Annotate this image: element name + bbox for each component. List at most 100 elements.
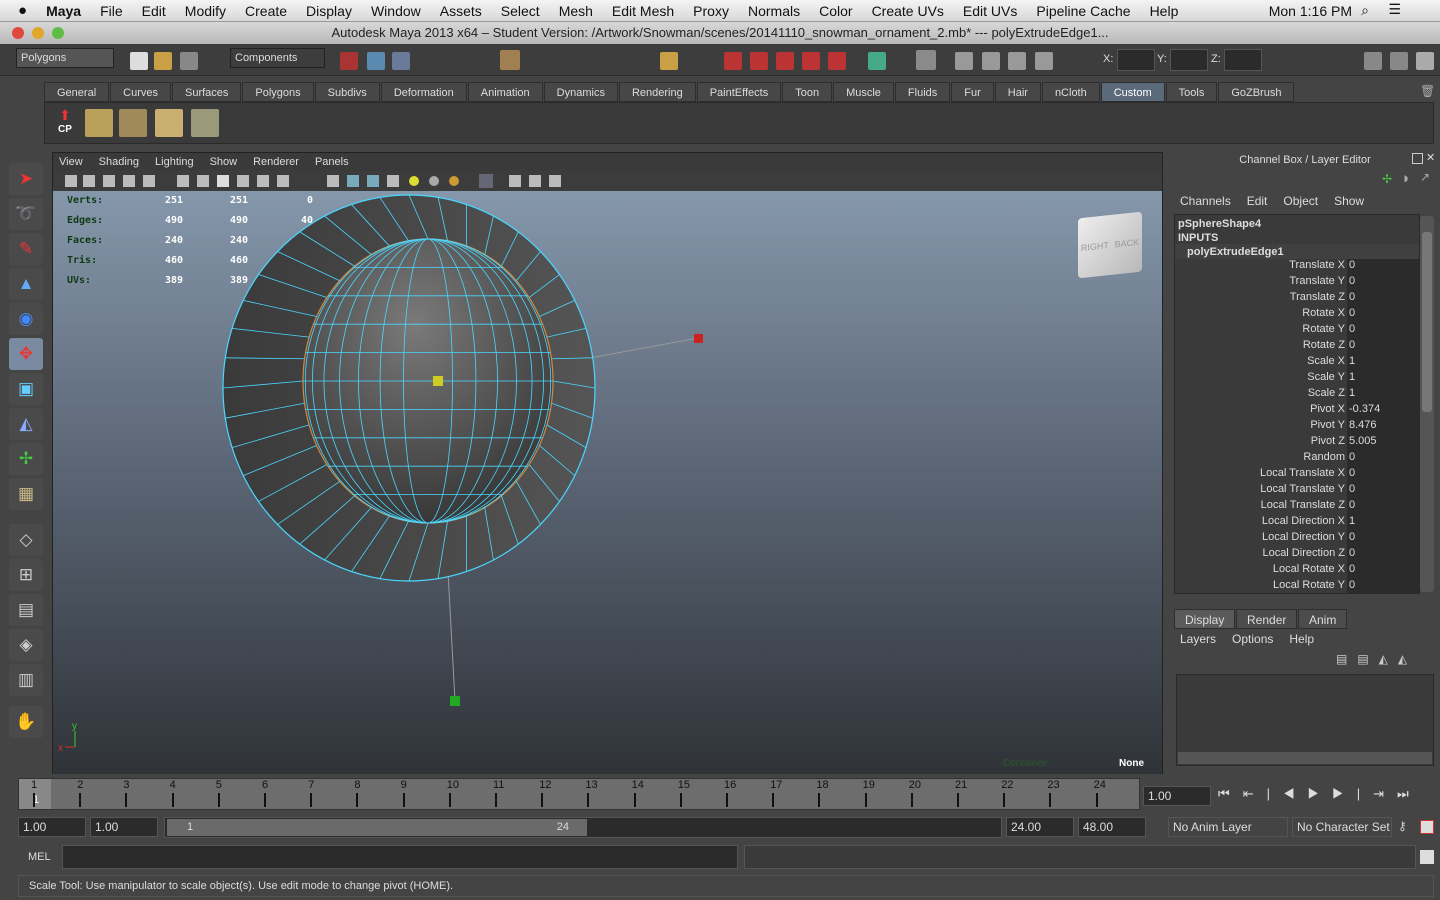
menu-mesh[interactable]: Mesh	[559, 3, 593, 19]
attribute-name[interactable]: Translate X	[1175, 259, 1347, 275]
history-icon[interactable]	[916, 50, 936, 70]
menu-help[interactable]: Help	[1150, 3, 1179, 19]
attribute-value[interactable]: 0	[1347, 451, 1419, 467]
shelf-tab-painteffects[interactable]: PaintEffects	[696, 82, 782, 102]
attribute-row[interactable]: Rotate Y0	[1175, 323, 1419, 339]
attribute-row[interactable]: Scale Y1	[1175, 371, 1419, 387]
trash-icon[interactable]: 🗑	[1420, 84, 1435, 98]
viewport-menu-shading[interactable]: Shading	[99, 156, 139, 168]
playback-start-field[interactable]: 1.00	[90, 817, 158, 837]
minimize-window-button[interactable]	[32, 27, 44, 39]
menu-edit-uvs[interactable]: Edit UVs	[963, 3, 1017, 19]
render-frame-icon[interactable]	[982, 52, 1000, 70]
layer-tab-display[interactable]: Display	[1174, 609, 1236, 629]
menu-color[interactable]: Color	[819, 3, 852, 19]
layer-tab-anim[interactable]: Anim	[1298, 609, 1348, 629]
select-by-object-icon[interactable]	[367, 52, 385, 70]
attribute-row[interactable]: Local Translate Y0	[1175, 483, 1419, 499]
character-set-dropdown[interactable]: No Character Set	[1292, 817, 1392, 837]
key-icon[interactable]: ⚷	[1398, 819, 1407, 833]
shelf-tab-custom[interactable]: Custom	[1100, 82, 1165, 102]
attribute-value[interactable]: 5.005	[1347, 435, 1419, 451]
attribute-name[interactable]: Scale Y	[1175, 371, 1347, 387]
attribute-editor-icon[interactable]	[1364, 52, 1382, 70]
attribute-value[interactable]: 0	[1347, 259, 1419, 275]
apple-icon[interactable]: ●	[18, 2, 27, 19]
viewport-menu-show[interactable]: Show	[210, 156, 238, 168]
attribute-row[interactable]: Pivot Z 5.005	[1175, 435, 1419, 451]
channel-menu-channels[interactable]: Channels	[1180, 194, 1231, 208]
start-time-field[interactable]: 1.00	[18, 817, 86, 837]
select-by-component-icon[interactable]	[392, 52, 410, 70]
attribute-row[interactable]: Translate X0	[1175, 259, 1419, 275]
zoom-window-button[interactable]	[52, 27, 64, 39]
attribute-row[interactable]: Local Direction X1	[1175, 515, 1419, 531]
menu-create-uvs[interactable]: Create UVs	[872, 3, 944, 19]
shelf-tab-fur[interactable]: Fur	[951, 82, 994, 102]
channel-scrollbar[interactable]	[1420, 216, 1434, 592]
new-layer-icons[interactable]: ▤▤◭◭	[1336, 652, 1417, 666]
persp-outliner-layout-icon[interactable]: ▤	[9, 594, 43, 626]
attribute-value[interactable]: 1	[1347, 355, 1419, 371]
attribute-row[interactable]: Local Translate Z0	[1175, 499, 1419, 515]
viewport-menu-renderer[interactable]: Renderer	[253, 156, 299, 168]
attribute-row[interactable]: Translate Y0	[1175, 275, 1419, 291]
attribute-row[interactable]: Scale Z1	[1175, 387, 1419, 403]
select-tool-icon[interactable]: ➤	[9, 163, 43, 195]
arrow-icon[interactable]: ↗	[1420, 170, 1430, 184]
input-node-name[interactable]: polyExtrudeEdge1	[1175, 244, 1419, 259]
attribute-name[interactable]: Local Translate Z	[1175, 499, 1347, 515]
menu-edit[interactable]: Edit	[142, 3, 166, 19]
shelf-tab-dynamics[interactable]: Dynamics	[543, 82, 618, 102]
shelf-tab-deformation[interactable]: Deformation	[380, 82, 467, 102]
shelf-tab-rendering[interactable]: Rendering	[618, 82, 696, 102]
y-field[interactable]	[1170, 49, 1208, 71]
rotate-tool-icon[interactable]: ◉	[9, 303, 43, 335]
channel-list[interactable]: pSphereShape4 INPUTS polyExtrudeEdge1 Tr…	[1174, 214, 1420, 594]
attribute-value[interactable]: -0.374	[1347, 403, 1419, 419]
viewport-menu-lighting[interactable]: Lighting	[155, 156, 194, 168]
float-panel-button[interactable]	[1412, 153, 1423, 164]
lasso-tool-icon[interactable]: ➰	[9, 198, 43, 230]
channel-menu-object[interactable]: Object	[1283, 194, 1318, 208]
menu-display[interactable]: Display	[306, 3, 352, 19]
view-cube[interactable]: RIGHT BACK	[1078, 211, 1142, 279]
shelf-tab-muscle[interactable]: Muscle	[833, 82, 894, 102]
menu-file[interactable]: File	[100, 3, 123, 19]
menu-pipeline-cache[interactable]: Pipeline Cache	[1036, 3, 1130, 19]
select-by-hierarchy-icon[interactable]	[340, 52, 358, 70]
layer-menu-help[interactable]: Help	[1289, 632, 1314, 646]
shelf-button-3[interactable]	[155, 109, 183, 137]
x-field[interactable]	[1117, 49, 1155, 71]
shelf-tab-surfaces[interactable]: Surfaces	[171, 82, 242, 102]
attribute-value[interactable]: 0	[1347, 291, 1419, 307]
shelf-tab-hair[interactable]: Hair	[994, 82, 1041, 102]
attribute-row[interactable]: Pivot X -0.374	[1175, 403, 1419, 419]
render-settings-icon[interactable]	[1035, 52, 1053, 70]
attribute-row[interactable]: Translate Z0	[1175, 291, 1419, 307]
shelf-tab-polygons[interactable]: Polygons	[242, 82, 314, 102]
command-input[interactable]	[62, 845, 738, 869]
new-scene-icon[interactable]	[130, 52, 148, 70]
attribute-value[interactable]: 0	[1347, 307, 1419, 323]
menu-window[interactable]: Window	[371, 3, 421, 19]
attribute-row[interactable]: Scale X1	[1175, 355, 1419, 371]
attribute-name[interactable]: Local Rotate Y	[1175, 579, 1347, 593]
playback-controls[interactable]: ⏮⇤|◀▶▶|⇥⏭	[1218, 786, 1422, 802]
attribute-row[interactable]: Rotate X0	[1175, 307, 1419, 323]
attribute-name[interactable]: Local Translate X	[1175, 467, 1347, 483]
channel-menu-show[interactable]: Show	[1334, 194, 1364, 208]
time-slider[interactable]: 1 1 2 3 4 5 6 7 8 9 10 11 12 13 14 15 16 17 18 19 20 21 22 23 2…	[18, 778, 1140, 810]
attribute-row[interactable]: Local Direction Y0	[1175, 531, 1419, 547]
attribute-name[interactable]: Scale X	[1175, 355, 1347, 371]
playback-end-field[interactable]: 24.00	[1006, 817, 1074, 837]
move-tool-icon[interactable]: ▲	[9, 268, 43, 300]
channel-menu-edit[interactable]: Edit	[1247, 194, 1268, 208]
shelf-tab-tools[interactable]: Tools	[1165, 82, 1218, 102]
search-icon[interactable]: ⌕	[1361, 2, 1369, 19]
viewport-3d[interactable]: Verts:2512510Edges:49049040Faces:2402400…	[53, 191, 1162, 774]
shelf-button-1[interactable]	[85, 109, 113, 137]
snap-point-icon[interactable]	[776, 52, 794, 70]
shelf-tab-animation[interactable]: Animation	[467, 82, 543, 102]
attribute-row[interactable]: Local Translate X0	[1175, 467, 1419, 483]
